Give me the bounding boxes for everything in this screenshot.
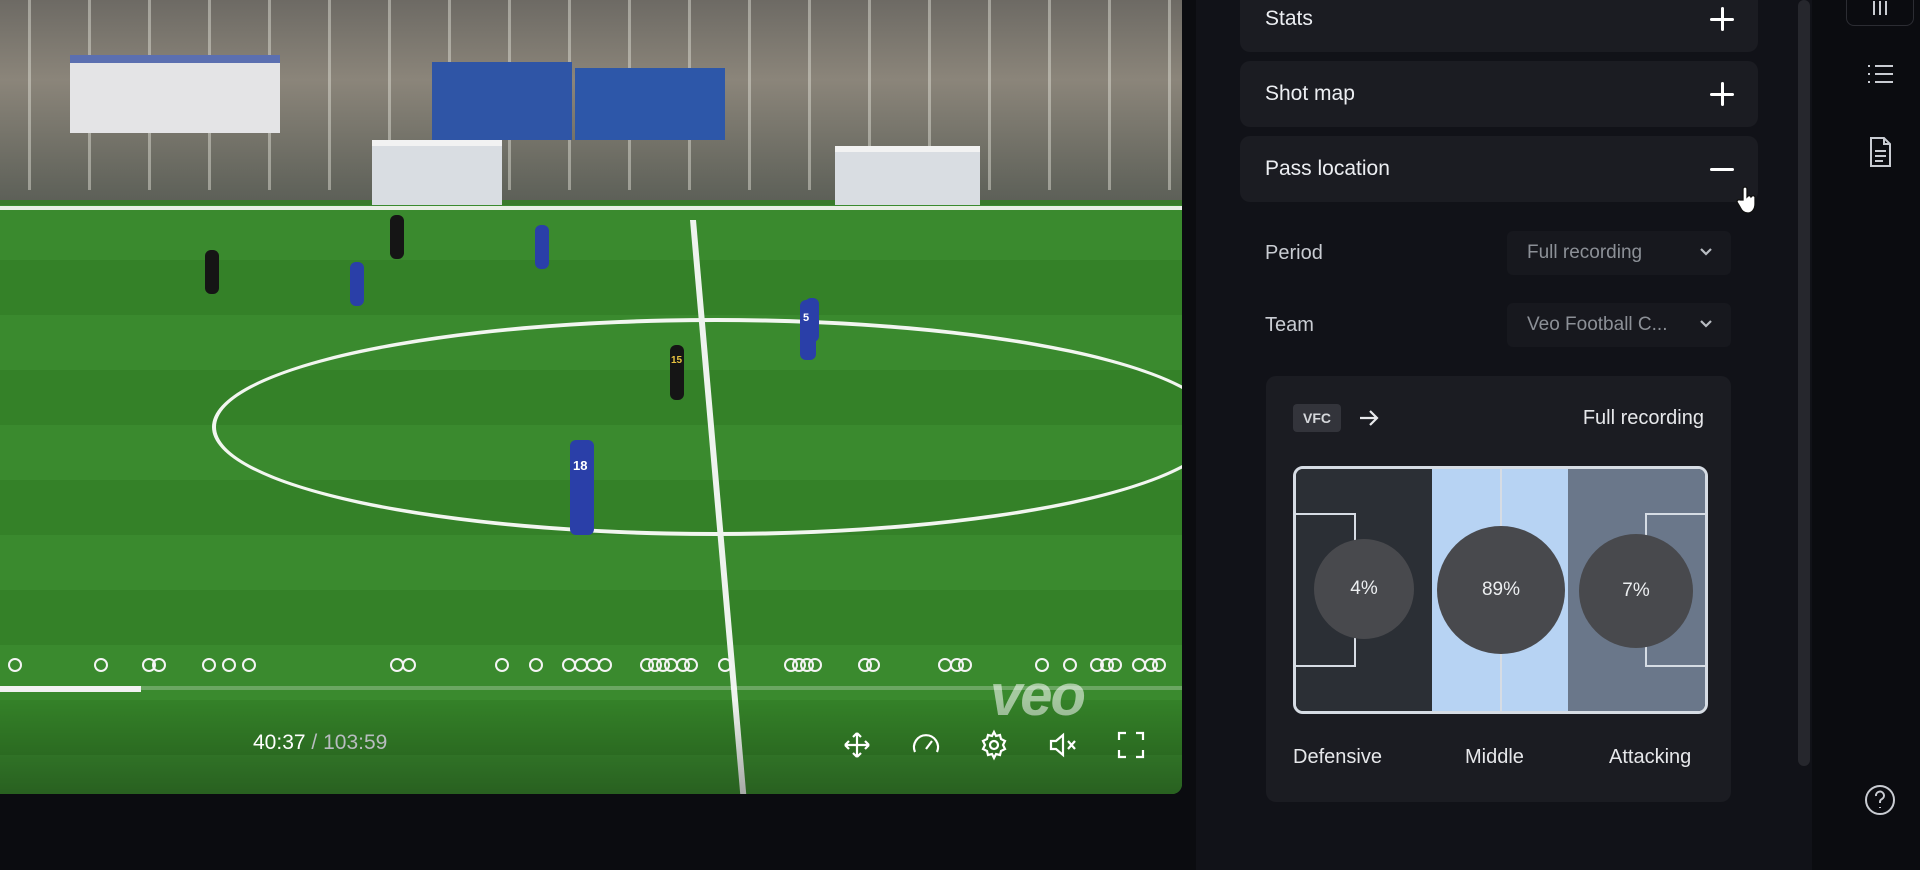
event-marker[interactable] [202,658,216,672]
document-tab[interactable] [1862,134,1898,170]
event-marker[interactable] [958,658,972,672]
list-tab[interactable] [1862,56,1898,92]
field-box-line [1296,665,1354,667]
player [205,250,219,294]
jersey-number: 18 [573,458,588,473]
player: 18 [570,440,594,535]
field-box-line [1647,665,1705,667]
section-shot-map[interactable]: Shot map [1240,61,1758,127]
shipping-container [575,68,725,140]
zone-defensive-label: Defensive [1293,746,1382,768]
event-marker[interactable] [222,658,236,672]
settings-button[interactable] [974,725,1014,765]
card-period-label: Full recording [1582,407,1704,429]
player: 15 [670,345,684,400]
expand-arrows-icon [844,732,870,758]
zone-defensive-percent: 4% [1314,539,1414,639]
event-marker[interactable] [718,658,732,672]
event-marker[interactable] [598,658,612,672]
pitch-zones-diagram: 4% 89% 7% [1293,466,1708,714]
shipping-container [432,62,572,140]
zone-middle-percent: 89% [1437,526,1565,654]
event-marker[interactable] [152,658,166,672]
period-label: Period [1265,242,1323,264]
fullscreen-button[interactable] [1111,725,1151,765]
team-shelter [372,140,502,208]
event-marker[interactable] [1108,658,1122,672]
right-rail [1812,0,1920,870]
fullscreen-icon [1117,731,1145,759]
progress-fill[interactable] [0,686,141,692]
period-select[interactable]: Full recording [1507,231,1731,275]
period-select-value: Full recording [1527,242,1643,263]
panel-scrollbar[interactable] [1798,0,1810,766]
bar-chart-icon [1873,1,1887,15]
event-marker[interactable] [8,658,22,672]
mute-button[interactable] [1043,725,1083,765]
team-select[interactable]: Veo Football C... [1507,303,1731,347]
speed-gauge-icon [912,734,940,753]
player [535,225,549,269]
event-marker[interactable] [1152,658,1166,672]
section-shot-map-label: Shot map [1265,82,1355,105]
team-badge: VFC [1293,404,1341,432]
zone-attacking-percent: 7% [1579,534,1693,648]
document-icon [1870,137,1891,167]
video-player[interactable]: 15 18 5 veo 40:37 / 103:59 [0,0,1182,794]
current-time: 40:37 [253,731,306,754]
chevron-down-icon [1699,317,1713,331]
help-icon [1865,785,1895,815]
event-marker[interactable] [866,658,880,672]
event-marker[interactable] [808,658,822,672]
time-display: 40:37 / 103:59 [253,731,387,755]
help-button[interactable] [1862,782,1898,818]
section-stats[interactable]: Stats [1240,0,1758,52]
pan-button[interactable] [837,725,877,765]
event-marker[interactable] [495,658,509,672]
field-box-line [1647,513,1705,515]
chevron-down-icon [1699,245,1713,259]
jersey-number: 5 [803,312,810,324]
player: 5 [800,300,816,360]
section-stats-label: Stats [1265,7,1313,30]
arrow-right-icon [1356,405,1382,431]
expand-plus-icon[interactable] [1710,82,1734,106]
list-icon [1868,65,1893,83]
pitch-sideline [0,206,1182,210]
team-label: Team [1265,314,1314,336]
jersey-number: 15 [671,355,683,366]
team-select-value: Veo Football C... [1527,314,1668,335]
section-pass-location[interactable]: Pass location [1240,136,1758,202]
zone-middle-label: Middle [1465,746,1524,768]
section-pass-location-label: Pass location [1265,157,1390,180]
event-marker[interactable] [529,658,543,672]
duration: 103:59 [323,731,388,754]
field-box-line [1296,513,1354,515]
expand-plus-icon[interactable] [1710,7,1734,31]
player [350,262,364,306]
collapse-minus-icon[interactable] [1710,157,1734,181]
zone-attacking-label: Attacking [1609,746,1692,768]
background-building [70,55,280,133]
player [390,215,404,259]
analytics-tab[interactable] [1846,0,1914,26]
hand-cursor-icon [1736,186,1758,214]
center-circle [212,318,1182,536]
mute-icon [1049,732,1076,758]
time-separator: / [311,731,318,754]
event-marker[interactable] [242,658,256,672]
event-marker[interactable] [684,658,698,672]
gear-icon [981,729,1007,761]
playback-speed-button[interactable] [906,725,946,765]
event-marker[interactable] [402,658,416,672]
event-marker[interactable] [94,658,108,672]
